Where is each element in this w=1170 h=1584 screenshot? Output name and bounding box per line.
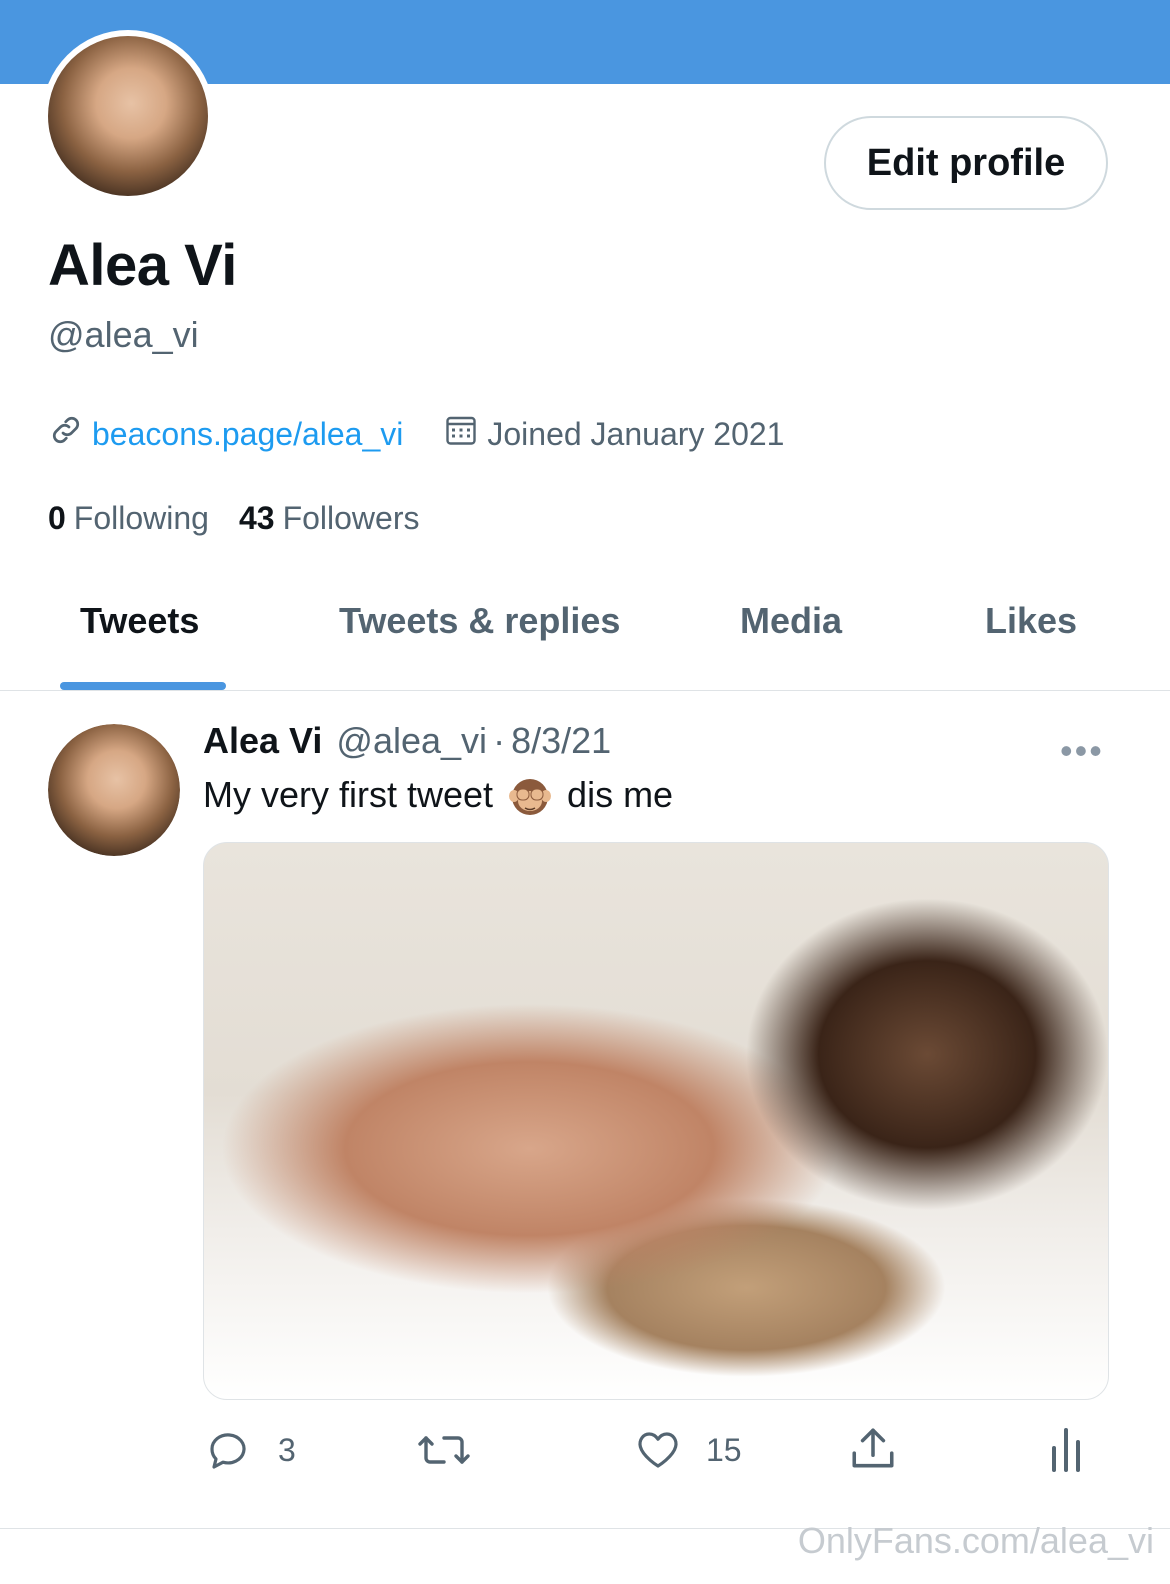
tweet-header: Alea Vi @alea_vi · 8/3/21 bbox=[203, 720, 611, 762]
share-icon bbox=[848, 1424, 898, 1474]
watermark: OnlyFans.com/alea_vi bbox=[797, 1520, 1154, 1561]
reply-icon bbox=[204, 1426, 252, 1474]
tab-likes[interactable]: Likes bbox=[985, 600, 1077, 642]
tweet-date[interactable]: 8/3/21 bbox=[511, 720, 611, 762]
edit-profile-button[interactable]: Edit profile bbox=[824, 116, 1108, 210]
like-count: 15 bbox=[706, 1431, 742, 1468]
tweet-author-name[interactable]: Alea Vi bbox=[203, 720, 322, 762]
following-stat[interactable]: 0 Following bbox=[48, 500, 209, 537]
profile-name: Alea Vi bbox=[48, 233, 237, 298]
following-label: Following bbox=[73, 500, 209, 536]
tab-tweets[interactable]: Tweets bbox=[80, 600, 199, 642]
tweet-author-handle[interactable]: @alea_vi bbox=[336, 720, 487, 762]
share-button[interactable] bbox=[848, 1424, 898, 1474]
tweet-text-before: My very first tweet bbox=[203, 774, 494, 815]
followers-count: 43 bbox=[238, 500, 275, 536]
retweet-icon bbox=[416, 1426, 472, 1474]
tweet-separator: · bbox=[493, 720, 506, 761]
tweet-text: My very first tweet dis me bbox=[203, 772, 673, 818]
following-count: 0 bbox=[48, 500, 66, 536]
profile-handle: @alea_vi bbox=[48, 314, 199, 355]
tweet-avatar[interactable] bbox=[48, 724, 180, 856]
tab-tweets-replies[interactable]: Tweets & replies bbox=[339, 600, 620, 642]
profile-avatar[interactable] bbox=[42, 30, 214, 202]
link-icon bbox=[48, 412, 84, 456]
analytics-icon bbox=[1046, 1424, 1086, 1474]
tweet-media-photo[interactable] bbox=[203, 842, 1109, 1400]
like-button[interactable]: 15 bbox=[634, 1426, 742, 1474]
website-link[interactable]: beacons.page/alea_vi bbox=[92, 416, 403, 453]
tabs-divider bbox=[0, 690, 1170, 691]
retweet-button[interactable] bbox=[416, 1426, 472, 1474]
profile-meta: beacons.page/alea_vi Joined January 2021 bbox=[48, 412, 784, 456]
see-no-evil-monkey-emoji bbox=[507, 772, 553, 818]
followers-label: Followers bbox=[282, 500, 420, 536]
reply-count: 3 bbox=[278, 1431, 296, 1468]
followers-stat[interactable]: 43 Followers bbox=[239, 500, 420, 537]
heart-icon bbox=[634, 1426, 682, 1474]
avatar-photo bbox=[48, 36, 208, 196]
more-icon[interactable]: ••• bbox=[1060, 730, 1104, 772]
reply-button[interactable]: 3 bbox=[204, 1426, 296, 1474]
active-tab-indicator bbox=[60, 682, 226, 690]
analytics-button[interactable] bbox=[1046, 1424, 1086, 1474]
tweet-text-after: dis me bbox=[567, 774, 674, 815]
follow-counts: 0 Following 43 Followers bbox=[48, 500, 419, 537]
tab-media[interactable]: Media bbox=[740, 600, 842, 642]
tweet-actions: 3 15 bbox=[0, 1422, 1170, 1482]
calendar-icon bbox=[443, 412, 479, 456]
profile-tabs: Tweets Tweets & replies Media Likes bbox=[0, 590, 1170, 690]
joined-date: Joined January 2021 bbox=[487, 415, 785, 452]
avatar-photo bbox=[48, 724, 180, 856]
